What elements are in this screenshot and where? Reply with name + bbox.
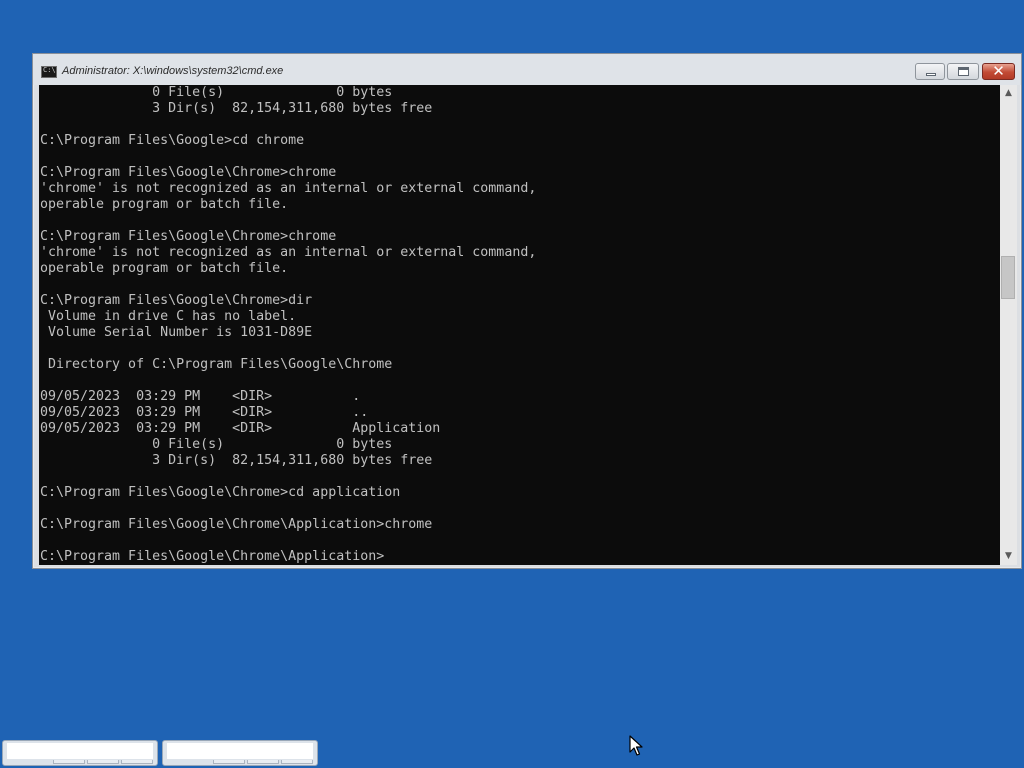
restore-button[interactable]	[947, 63, 979, 80]
close-button[interactable]: ✕	[982, 62, 1015, 80]
minimized-window-title-area	[7, 743, 153, 759]
cmd-window[interactable]: Administrator: X:\windows\system32\cmd.e…	[32, 53, 1022, 569]
cmd-icon[interactable]	[41, 66, 57, 78]
console-line: C:\Program Files\Google\Chrome>chrome	[40, 229, 337, 244]
console-output[interactable]: 0 File(s) 0 bytes 3 Dir(s) 82,154,311,68…	[39, 85, 1000, 565]
console-line: C:\Program Files\Google\Chrome>chrome	[40, 165, 337, 180]
minimized-window-controls	[53, 760, 153, 764]
console-line: C:\Program Files\Google\Chrome\Applicati…	[40, 549, 385, 564]
console-line: operable program or batch file.	[40, 197, 289, 212]
minimize-icon	[926, 73, 936, 76]
console-line: 'chrome' is not recognized as an interna…	[40, 245, 537, 260]
title-bar[interactable]: Administrator: X:\windows\system32\cmd.e…	[33, 54, 1021, 85]
console-line: C:\Program Files\Google>cd chrome	[40, 133, 305, 148]
console-line: 0 File(s) 0 bytes	[40, 437, 393, 452]
vertical-scrollbar[interactable]: ▲ ▼	[1000, 85, 1017, 565]
console-line: C:\Program Files\Google\Chrome\Applicati…	[40, 517, 433, 532]
restore-icon	[958, 67, 969, 76]
scroll-thumb[interactable]	[1001, 256, 1015, 299]
console-line: C:\Program Files\Google\Chrome>cd applic…	[40, 485, 401, 500]
console-line: 3 Dir(s) 82,154,311,680 bytes free	[40, 453, 433, 468]
minimized-window-2[interactable]	[162, 740, 318, 766]
minimize-button[interactable]	[915, 63, 945, 80]
mouse-cursor-icon	[629, 735, 643, 756]
console-line: 09/05/2023 03:29 PM <DIR> ..	[40, 405, 369, 420]
window-title: Administrator: X:\windows\system32\cmd.e…	[62, 65, 284, 77]
close-icon: ✕	[992, 62, 1005, 80]
console-text: 0 File(s) 0 bytes 3 Dir(s) 82,154,311,68…	[40, 85, 536, 565]
console-line: 0 File(s) 0 bytes	[40, 85, 393, 100]
console-line: C:\Program Files\Google\Chrome>dir	[40, 293, 313, 308]
scroll-up-icon[interactable]: ▲	[1000, 85, 1017, 102]
console-line: Volume in drive C has no label.	[40, 309, 297, 324]
console-line: 'chrome' is not recognized as an interna…	[40, 181, 537, 196]
console-line: operable program or batch file.	[40, 261, 289, 276]
console-line: 3 Dir(s) 82,154,311,680 bytes free	[40, 101, 433, 116]
minimized-window-controls	[213, 760, 313, 764]
desktop: Administrator: X:\windows\system32\cmd.e…	[0, 0, 1024, 768]
console-line: Directory of C:\Program Files\Google\Chr…	[40, 357, 393, 372]
scroll-down-icon[interactable]: ▼	[1000, 548, 1017, 565]
minimized-window-title-area	[167, 743, 313, 759]
console-line: Volume Serial Number is 1031-D89E	[40, 325, 313, 340]
console-line: 09/05/2023 03:29 PM <DIR> Application	[40, 421, 441, 436]
minimized-window-1[interactable]	[2, 740, 158, 766]
console-line: 09/05/2023 03:29 PM <DIR> .	[40, 389, 361, 404]
